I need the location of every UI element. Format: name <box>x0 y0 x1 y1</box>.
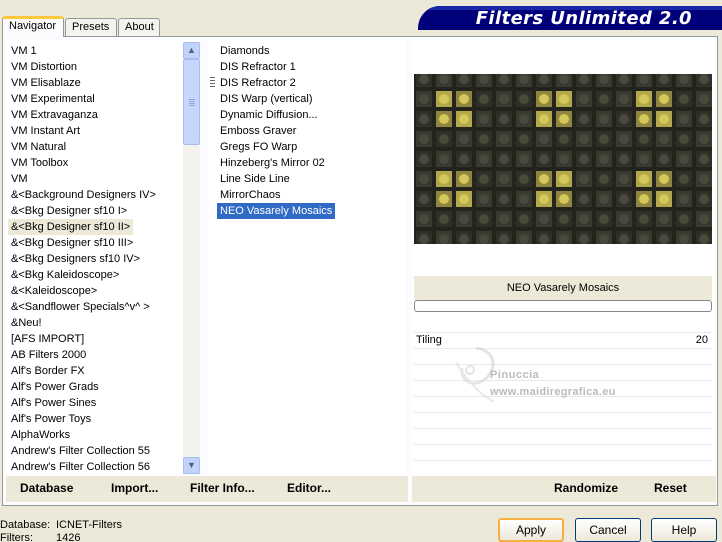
tab-about[interactable]: About <box>118 18 160 36</box>
left-link-bar: Database Import... Filter Info... Editor… <box>6 476 408 502</box>
scroll-thumb[interactable] <box>183 59 200 145</box>
category-item[interactable]: Alf's Power Toys <box>8 411 94 427</box>
category-item[interactable]: VM Extravaganza <box>8 107 101 123</box>
category-item[interactable]: VM 1 <box>8 43 40 59</box>
reset-button[interactable]: Reset <box>654 481 687 495</box>
category-item[interactable]: &<Bkg Designer sf10 III> <box>8 235 136 251</box>
tab-navigator[interactable]: Navigator <box>2 16 64 37</box>
grip-line <box>189 103 195 104</box>
category-item[interactable]: VM Distortion <box>8 59 80 75</box>
status-filters-label: Filters: <box>0 532 33 542</box>
progress-bar <box>414 300 712 312</box>
status-database-value: ICNET-Filters <box>56 519 122 531</box>
category-item[interactable]: &<Background Designers IV> <box>8 187 159 203</box>
watermark-url: www.maidiregrafica.eu <box>490 386 616 398</box>
param-divider <box>414 332 712 333</box>
help-button[interactable]: Help <box>651 518 717 542</box>
category-item[interactable]: &<Bkg Designers sf10 IV> <box>8 251 143 267</box>
status-filters-value: 1426 <box>56 532 81 542</box>
param-value-tiling[interactable]: 20 <box>696 334 708 346</box>
filter-item[interactable]: DIS Refractor 2 <box>217 75 299 91</box>
filter-item[interactable]: Line Side Line <box>217 171 293 187</box>
filter-item[interactable]: Emboss Graver <box>217 123 299 139</box>
cancel-button[interactable]: Cancel <box>575 518 641 542</box>
category-item[interactable]: Alf's Power Grads <box>8 379 102 395</box>
mosaic-pattern <box>416 74 712 244</box>
filter-item[interactable]: Gregs FO Warp <box>217 139 300 155</box>
filter-item[interactable]: Dynamic Diffusion... <box>217 107 321 123</box>
randomize-button[interactable]: Randomize <box>554 481 618 495</box>
grip-line <box>189 105 195 106</box>
param-divider <box>414 460 712 461</box>
app-banner: Filters Unlimited 2.0 <box>418 6 722 30</box>
filter-item[interactable]: Diamonds <box>217 43 273 59</box>
category-scrollbar[interactable]: ▲ ▼ <box>183 42 200 474</box>
param-divider <box>414 412 712 413</box>
status-database-label: Database: <box>0 519 51 531</box>
filter-item[interactable]: DIS Refractor 1 <box>217 59 299 75</box>
category-item[interactable]: VM Elisablaze <box>8 75 84 91</box>
category-item[interactable]: AlphaWorks <box>8 427 73 443</box>
category-item[interactable]: VM <box>8 171 31 187</box>
scroll-up-button[interactable]: ▲ <box>183 42 200 59</box>
editor-button[interactable]: Editor... <box>287 481 331 495</box>
right-link-bar: Randomize Reset <box>412 476 716 502</box>
database-button[interactable]: Database <box>20 481 73 495</box>
category-item[interactable]: VM Natural <box>8 139 69 155</box>
filter-item[interactable]: NEO Vasarely Mosaics <box>217 203 336 219</box>
category-item[interactable]: &Neu! <box>8 315 45 331</box>
category-item[interactable]: [AFS IMPORT] <box>8 331 87 347</box>
param-divider <box>414 444 712 445</box>
banner-title: Filters Unlimited 2.0 <box>475 8 692 29</box>
category-item[interactable]: &<Kaleidoscope> <box>8 283 100 299</box>
grip-line <box>189 99 195 100</box>
category-item[interactable]: &<Bkg Designer sf10 I> <box>8 203 130 219</box>
filter-item[interactable]: MirrorChaos <box>217 187 284 203</box>
chevron-up-icon: ▲ <box>187 45 196 55</box>
drag-grip-icon <box>210 77 215 87</box>
scroll-down-button[interactable]: ▼ <box>183 457 200 474</box>
tab-presets[interactable]: Presets <box>65 18 117 36</box>
grip-line <box>189 101 195 102</box>
category-item[interactable]: AB Filters 2000 <box>8 347 89 363</box>
filter-info-button[interactable]: Filter Info... <box>190 481 255 495</box>
category-item[interactable]: Andrew's Filter Collection 55 <box>8 443 153 459</box>
filter-name-label: NEO Vasarely Mosaics <box>414 276 712 300</box>
filter-list[interactable]: Diamonds DIS Refractor 1 DIS Refractor 2 DI… <box>208 40 406 474</box>
category-item[interactable]: Alf's Border FX <box>8 363 88 379</box>
category-item[interactable]: VM Instant Art <box>8 123 83 139</box>
category-list[interactable]: VM 1 VM Distortion VM Elisablaze VM Experim… <box>6 40 200 474</box>
apply-button[interactable]: Apply <box>498 518 564 542</box>
category-item[interactable]: VM Toolbox <box>8 155 71 171</box>
import-button[interactable]: Import... <box>111 481 158 495</box>
category-item[interactable]: &<Bkg Designer sf10 II> <box>8 219 134 235</box>
param-divider <box>414 428 712 429</box>
watermark-text: Pinuccia <box>490 369 540 381</box>
watermark-logo-icon <box>455 346 495 403</box>
category-item[interactable]: Alf's Power Sines <box>8 395 99 411</box>
chevron-down-icon: ▼ <box>187 460 196 470</box>
preview-image <box>414 74 712 244</box>
category-item[interactable]: Andrew's Filter Collection 56 <box>8 459 153 474</box>
filter-item[interactable]: Hinzeberg's Mirror 02 <box>217 155 328 171</box>
filter-item[interactable]: DIS Warp (vertical) <box>217 91 316 107</box>
category-item[interactable]: &<Bkg Kaleidoscope> <box>8 267 122 283</box>
category-item[interactable]: &<Sandflower Specials^v^ > <box>8 299 153 315</box>
category-item[interactable]: VM Experimental <box>8 91 98 107</box>
